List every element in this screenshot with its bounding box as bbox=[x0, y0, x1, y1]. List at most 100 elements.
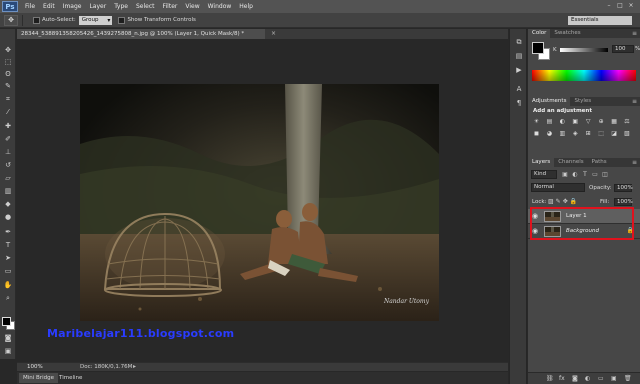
add-mask-icon[interactable]: ◙ bbox=[572, 375, 578, 382]
color-fg-swatch[interactable] bbox=[532, 42, 544, 54]
brush-tool-icon[interactable]: ✐ bbox=[3, 135, 13, 144]
blend-mode-dropdown[interactable]: Normal bbox=[531, 183, 585, 192]
menu-image[interactable]: Image bbox=[59, 3, 86, 10]
menu-filter[interactable]: Filter bbox=[159, 3, 182, 10]
levels-icon[interactable]: ▤ bbox=[545, 117, 554, 126]
delete-layer-icon[interactable]: 🗑 bbox=[624, 375, 632, 382]
panel-menu-icon[interactable]: ≡ bbox=[632, 97, 637, 106]
color-balance-icon[interactable]: ▦ bbox=[610, 117, 619, 126]
lasso-tool-icon[interactable]: ʘ bbox=[3, 70, 13, 79]
eraser-tool-icon[interactable]: ▱ bbox=[3, 174, 13, 183]
adjustment-filter-icon[interactable]: ◐ bbox=[571, 170, 579, 179]
kind-filter-dropdown[interactable]: Kind bbox=[531, 170, 557, 179]
foreground-color-swatch[interactable] bbox=[2, 317, 11, 326]
type-tool-icon[interactable]: T bbox=[3, 241, 13, 250]
posterize-icon[interactable]: ⊞ bbox=[584, 129, 593, 138]
zoom-level[interactable]: 100% bbox=[27, 364, 43, 370]
fill-field[interactable]: 100% bbox=[614, 198, 633, 206]
history-panel-icon[interactable]: ⧉ bbox=[514, 37, 524, 47]
panel-menu-icon[interactable]: ≡ bbox=[632, 158, 637, 167]
type-filter-icon[interactable]: T bbox=[581, 170, 589, 179]
crop-tool-icon[interactable]: ⌗ bbox=[3, 95, 13, 104]
smart-object-filter-icon[interactable]: ◫ bbox=[601, 170, 609, 179]
minimize-button[interactable]: – bbox=[604, 2, 614, 10]
tab-layers[interactable]: Layers bbox=[528, 158, 555, 167]
tab-timeline[interactable]: Timeline bbox=[55, 373, 86, 383]
screen-mode-icon[interactable]: ▣ bbox=[3, 347, 13, 356]
move-tool-icon[interactable]: ✥ bbox=[4, 14, 18, 26]
hand-tool-icon[interactable]: ✋ bbox=[3, 281, 13, 290]
pixel-filter-icon[interactable]: ▣ bbox=[561, 170, 569, 179]
photo-canvas[interactable]: Nandar Utomy bbox=[80, 84, 439, 321]
workspace-dropdown[interactable]: Essentials bbox=[568, 16, 632, 25]
link-layers-icon[interactable]: ⛓ bbox=[546, 375, 554, 382]
gradient-tool-icon[interactable]: ▥ bbox=[3, 187, 13, 196]
menu-window[interactable]: Window bbox=[204, 3, 236, 10]
menu-edit[interactable]: Edit bbox=[39, 3, 59, 10]
menu-view[interactable]: View bbox=[181, 3, 203, 10]
show-transform-checkbox[interactable] bbox=[118, 16, 126, 24]
auto-select-dropdown[interactable]: Group bbox=[78, 15, 113, 25]
clone-stamp-icon[interactable]: ⊥ bbox=[3, 148, 13, 157]
brightness-icon[interactable]: ☀ bbox=[532, 117, 541, 126]
exposure-icon[interactable]: ▣ bbox=[571, 117, 580, 126]
close-window-button[interactable]: × bbox=[626, 2, 636, 10]
k-channel-slider[interactable] bbox=[560, 48, 608, 52]
menu-help[interactable]: Help bbox=[235, 3, 257, 10]
color-spectrum-ramp[interactable] bbox=[532, 70, 636, 81]
canvas-area[interactable]: Nandar Utomy Maribelajar111.blogspot.com bbox=[17, 39, 508, 359]
close-document-icon[interactable]: × bbox=[271, 30, 276, 37]
new-layer-icon[interactable]: ▣ bbox=[611, 375, 617, 382]
auto-select-checkbox[interactable] bbox=[33, 16, 40, 24]
blur-tool-icon[interactable]: ◆ bbox=[3, 200, 13, 209]
quick-select-tool-icon[interactable]: ✎ bbox=[3, 82, 13, 91]
zoom-tool-icon[interactable]: ⌕ bbox=[3, 294, 13, 303]
vibrance-icon[interactable]: ▽ bbox=[584, 117, 593, 126]
dodge-tool-icon[interactable]: ● bbox=[3, 213, 13, 222]
photo-filter-icon[interactable]: ◼ bbox=[532, 129, 541, 138]
panel-menu-icon[interactable]: ≡ bbox=[632, 29, 637, 38]
move-tool-icon[interactable]: ✥ bbox=[3, 46, 13, 55]
tab-swatches[interactable]: Swatches bbox=[550, 29, 584, 38]
document-tab[interactable]: 28344_538891358205426_1439275808_n.jpg @… bbox=[17, 29, 265, 39]
paragraph-panel-icon[interactable]: ¶ bbox=[514, 98, 524, 108]
menu-select[interactable]: Select bbox=[132, 3, 159, 10]
shape-tool-icon[interactable]: ▭ bbox=[3, 267, 13, 276]
hue-saturation-icon[interactable]: ⊕ bbox=[597, 117, 606, 126]
threshold-icon[interactable]: ⬚ bbox=[597, 129, 606, 138]
history-brush-icon[interactable]: ↺ bbox=[3, 161, 13, 170]
character-panel-icon[interactable]: A bbox=[514, 84, 524, 94]
opacity-field[interactable]: 100% bbox=[614, 184, 633, 192]
menu-type[interactable]: Type bbox=[110, 3, 132, 10]
tab-color[interactable]: Color bbox=[528, 29, 551, 38]
invert-icon[interactable]: ◈ bbox=[571, 129, 580, 138]
pen-tool-icon[interactable]: ✒ bbox=[3, 228, 13, 237]
menu-layer[interactable]: Layer bbox=[85, 3, 110, 10]
selective-color-icon[interactable]: ◪ bbox=[610, 129, 619, 138]
tab-styles[interactable]: Styles bbox=[570, 97, 595, 106]
tab-adjustments[interactable]: Adjustments bbox=[528, 97, 571, 106]
menu-file[interactable]: File bbox=[21, 3, 39, 10]
properties-panel-icon[interactable]: ▤ bbox=[514, 51, 524, 61]
tab-mini-bridge[interactable]: Mini Bridge bbox=[19, 373, 58, 383]
healing-brush-icon[interactable]: ✚ bbox=[3, 122, 13, 131]
adjustment-layer-icon[interactable]: ◐ bbox=[585, 375, 590, 382]
path-select-icon[interactable]: ➤ bbox=[3, 254, 13, 263]
marquee-tool-icon[interactable]: ⬚ bbox=[3, 58, 13, 67]
shape-filter-icon[interactable]: ▭ bbox=[591, 170, 599, 179]
maximize-button[interactable]: □ bbox=[615, 2, 625, 10]
status-menu-icon[interactable]: ▸ bbox=[133, 363, 136, 370]
quick-mask-icon[interactable]: ◙ bbox=[3, 334, 13, 343]
lock-options-icons[interactable]: ▨✎✥🔒 bbox=[548, 198, 579, 205]
layer-style-icon[interactable]: fx bbox=[559, 375, 565, 382]
curves-icon[interactable]: ◐ bbox=[558, 117, 567, 126]
new-group-icon[interactable]: ▭ bbox=[598, 375, 604, 382]
eyedropper-tool-icon[interactable]: ⁄ bbox=[3, 108, 13, 117]
k-channel-value[interactable]: 100 bbox=[612, 45, 634, 53]
color-lookup-icon[interactable]: ▥ bbox=[558, 129, 567, 138]
actions-panel-icon[interactable]: ▶ bbox=[514, 65, 524, 75]
tab-paths[interactable]: Paths bbox=[588, 158, 611, 167]
black-white-icon[interactable]: ⚖ bbox=[622, 117, 631, 126]
channel-mixer-icon[interactable]: ◕ bbox=[545, 129, 554, 138]
tab-channels[interactable]: Channels bbox=[554, 158, 587, 167]
